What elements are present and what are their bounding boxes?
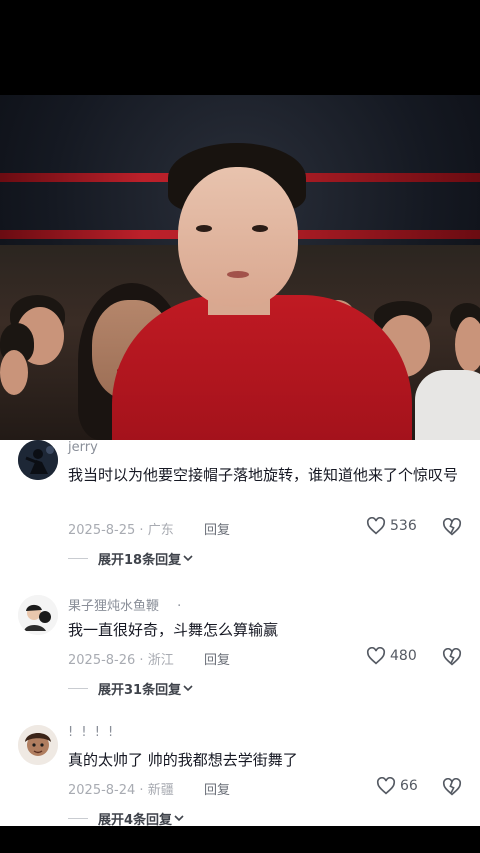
username-suffix: · <box>177 599 182 614</box>
comment-text: 真的太帅了 帅的我都想去学街舞了 <box>68 751 298 769</box>
like-count: 480 <box>390 648 417 664</box>
comment-username[interactable]: 果子狸炖水鱼鞭 · <box>68 595 181 614</box>
chevron-down-icon <box>183 685 193 692</box>
reply-button[interactable]: 回复 <box>204 519 230 538</box>
heart-icon <box>376 777 396 795</box>
like-count: 66 <box>400 778 418 794</box>
expand-divider <box>68 818 88 819</box>
crowd-person-shirt <box>415 370 480 440</box>
broken-heart-icon <box>442 777 462 796</box>
comment-username[interactable]: jerry <box>68 440 98 455</box>
main-person-face <box>178 167 298 307</box>
username-text: 果子狸炖水鱼鞭 <box>68 599 160 614</box>
dislike-button[interactable] <box>442 517 462 540</box>
expand-replies-button[interactable]: 展开18条回复 <box>68 549 193 568</box>
comment-list[interactable]: jerry 我当时以为他要空接帽子落地旋转，谁知道他来了个惊叹号 2025-8-… <box>0 440 480 828</box>
dislike-button[interactable] <box>442 777 462 800</box>
avatar-dancer-icon[interactable] <box>18 440 58 480</box>
crowd-person-face <box>455 317 480 372</box>
chevron-down-icon <box>183 555 193 562</box>
expand-label: 展开18条回复 <box>98 553 182 568</box>
like-button[interactable]: 66 <box>376 777 418 795</box>
meta-separator: · <box>139 653 144 668</box>
broken-heart-icon <box>442 647 462 666</box>
comment-date: 2025-8-24 <box>68 783 136 798</box>
main-person-mouth <box>227 271 249 278</box>
dislike-button[interactable] <box>442 647 462 670</box>
comment-username[interactable]: ! ! ! ! <box>68 725 115 740</box>
crowd-child-face <box>0 350 28 395</box>
top-letterbox <box>0 0 480 95</box>
meta-separator: · <box>139 523 144 538</box>
main-person-eye-left <box>196 225 212 232</box>
comment-location: 新疆 <box>147 783 174 798</box>
comment-location: 广东 <box>147 523 174 538</box>
avatar-cartoon-icon[interactable] <box>18 725 58 765</box>
comment-text: 我当时以为他要空接帽子落地旋转，谁知道他来了个惊叹号 <box>68 466 459 484</box>
red-jacket <box>112 295 412 440</box>
video-frame[interactable] <box>0 95 480 440</box>
reply-button[interactable]: 回复 <box>204 649 230 668</box>
comment-meta: 2025-8-26 · 浙江 <box>68 649 174 668</box>
comment-date: 2025-8-25 <box>68 523 136 538</box>
heart-icon <box>366 647 386 665</box>
comment-text: 我一直很好奇，斗舞怎么算输赢 <box>68 621 279 639</box>
like-button[interactable]: 480 <box>366 647 417 665</box>
expand-replies-button[interactable]: 展开31条回复 <box>68 679 193 698</box>
meta-separator: · <box>139 783 144 798</box>
expand-divider <box>68 688 88 689</box>
comment-location: 浙江 <box>147 653 174 668</box>
main-person-eye-right <box>252 225 268 232</box>
avatar-cartoon-icon[interactable] <box>18 595 58 635</box>
comment-date: 2025-8-26 <box>68 653 136 668</box>
broken-heart-icon <box>442 517 462 536</box>
comment-meta: 2025-8-24 · 新疆 <box>68 779 174 798</box>
reply-button[interactable]: 回复 <box>204 779 230 798</box>
expand-divider <box>68 558 88 559</box>
chevron-down-icon <box>174 815 184 822</box>
like-count: 536 <box>390 518 417 534</box>
heart-icon <box>366 517 386 535</box>
comment-meta: 2025-8-25 · 广东 <box>68 519 174 538</box>
like-button[interactable]: 536 <box>366 517 417 535</box>
expand-label: 展开31条回复 <box>98 683 182 698</box>
bottom-letterbox <box>0 826 480 853</box>
